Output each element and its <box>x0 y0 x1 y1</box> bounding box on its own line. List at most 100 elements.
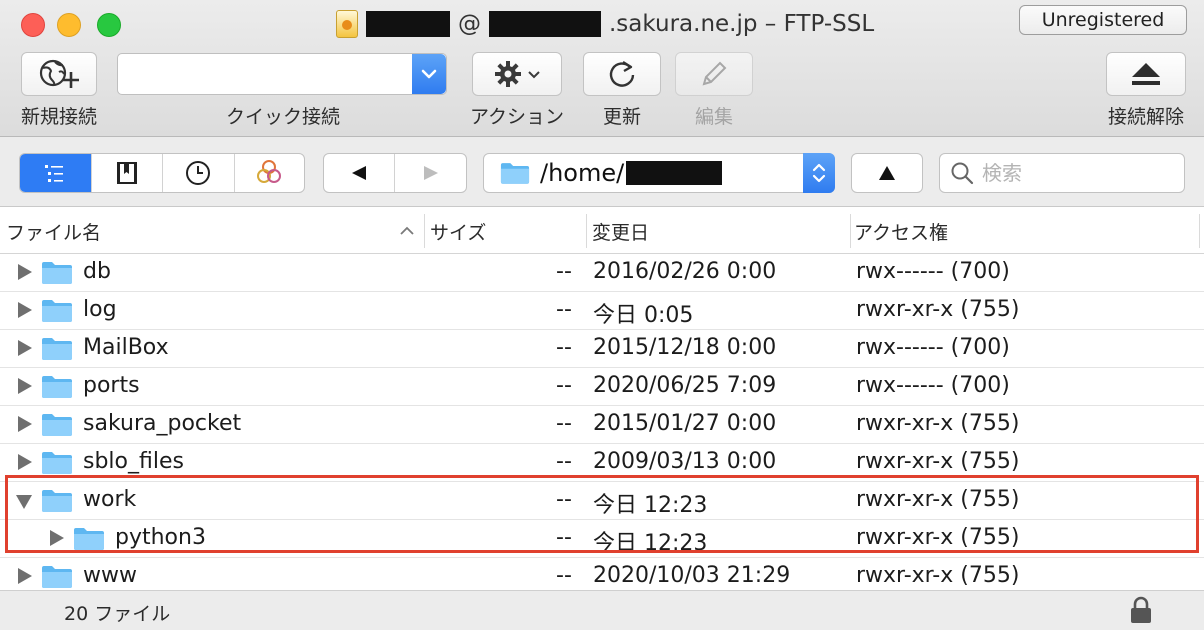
table-row[interactable]: work -- 今日 12:23 rwxr-xr-x (755) <box>0 482 1204 520</box>
table-row[interactable]: log -- 今日 0:05 rwxr-xr-x (755) <box>0 292 1204 330</box>
forward-arrow-icon <box>423 166 438 180</box>
path-stepper[interactable] <box>803 153 835 193</box>
column-header-size[interactable]: サイズ <box>424 208 586 254</box>
navigation-bar: /home/ <box>0 137 1204 207</box>
table-row[interactable]: www -- 2020/10/03 21:29 rwxr-xr-x (755) <box>0 558 1204 590</box>
file-name: python3 <box>115 525 206 550</box>
disclosure-triangle-expanded-icon[interactable] <box>16 495 32 509</box>
new-connection-button[interactable] <box>21 52 97 96</box>
view-mode-segmented-control <box>19 153 305 193</box>
disclosure-triangle-icon[interactable] <box>18 264 32 280</box>
zoom-window-button[interactable] <box>97 13 121 37</box>
minimize-window-button[interactable] <box>57 13 81 37</box>
bookmarks-tab[interactable] <box>92 154 163 192</box>
folder-icon <box>42 376 72 398</box>
table-row[interactable]: ports -- 2020/06/25 7:09 rwx------ (700) <box>0 368 1204 406</box>
column-header-access[interactable]: アクセス権 <box>850 208 1200 254</box>
history-tab[interactable] <box>163 154 235 192</box>
refresh-button[interactable] <box>583 52 661 96</box>
file-name: www <box>83 563 137 588</box>
file-size: -- <box>556 525 572 550</box>
close-window-button[interactable] <box>21 13 45 37</box>
file-modified: 2009/03/13 0:00 <box>593 449 777 474</box>
updown-chevron-icon <box>812 163 826 183</box>
new-connection-label: 新規接続 <box>20 106 97 128</box>
file-size: -- <box>556 335 572 360</box>
gear-icon <box>495 61 521 87</box>
document-icon <box>336 10 358 38</box>
bookmarks-book-icon <box>116 162 137 184</box>
disconnect-button[interactable] <box>1106 52 1186 96</box>
forward-button[interactable] <box>395 154 466 192</box>
table-row[interactable]: db -- 2016/02/26 0:00 rwx------ (700) <box>0 254 1204 292</box>
folder-icon <box>42 490 72 512</box>
file-name: MailBox <box>83 335 169 360</box>
file-table-header: ファイル名 サイズ 変更日 アクセス権 <box>0 208 1204 254</box>
outline-list-icon <box>45 165 64 182</box>
up-arrow-icon <box>879 166 895 180</box>
toolbar-area: @ .sakura.ne.jp – FTP-SSL Unregistered 新… <box>0 0 1204 137</box>
redacted-hostname <box>489 11 601 37</box>
back-button[interactable] <box>324 154 395 192</box>
path-text: /home/ <box>540 159 625 187</box>
file-permissions: rwxr-xr-x (755) <box>856 487 1020 512</box>
file-permissions: rwxr-xr-x (755) <box>856 563 1020 588</box>
folder-icon <box>74 528 104 550</box>
lock-icon <box>1131 596 1151 623</box>
column-header-name[interactable]: ファイル名 <box>6 208 424 254</box>
file-permissions: rwx------ (700) <box>856 335 1010 360</box>
column-header-modified-label: 変更日 <box>592 221 650 244</box>
file-modified: 2020/06/25 7:09 <box>593 373 777 398</box>
quick-connect-dropdown[interactable] <box>412 54 446 94</box>
action-label: アクション <box>469 106 565 128</box>
disclosure-triangle-icon[interactable] <box>18 302 32 318</box>
outline-view-tab[interactable] <box>20 154 92 192</box>
file-permissions: rwxr-xr-x (755) <box>856 411 1020 436</box>
status-bar: 20 ファイル <box>0 590 1204 630</box>
pencil-icon <box>702 61 727 86</box>
redacted-username <box>366 11 450 37</box>
action-button[interactable] <box>472 52 562 96</box>
file-size: -- <box>556 373 572 398</box>
disclosure-triangle-icon[interactable] <box>18 378 32 394</box>
search-input[interactable] <box>982 161 1162 185</box>
clock-icon <box>186 161 211 185</box>
file-size: -- <box>556 449 572 474</box>
disclosure-triangle-icon[interactable] <box>18 416 32 432</box>
file-size: -- <box>556 259 572 284</box>
file-permissions: rwxr-xr-x (755) <box>856 525 1020 550</box>
disclosure-triangle-icon[interactable] <box>18 340 32 356</box>
quick-connect-label: クイック接続 <box>225 106 340 128</box>
folder-icon <box>42 452 72 474</box>
quick-connect-input[interactable] <box>118 54 412 94</box>
bonjour-tab[interactable] <box>235 154 305 192</box>
table-row[interactable]: sakura_pocket -- 2015/01/27 0:00 rwxr-xr… <box>0 406 1204 444</box>
unregistered-button[interactable]: Unregistered <box>1019 5 1187 35</box>
disclosure-triangle-icon[interactable] <box>50 530 64 546</box>
quick-connect-combo[interactable] <box>117 53 447 95</box>
file-modified: 今日 12:23 <box>593 493 708 518</box>
column-header-access-label: アクセス権 <box>854 221 949 244</box>
file-name: sakura_pocket <box>83 411 242 436</box>
search-icon <box>951 162 974 185</box>
file-size: -- <box>556 563 572 588</box>
folder-icon <box>42 262 72 284</box>
refresh-icon <box>609 60 635 87</box>
disclosure-triangle-icon[interactable] <box>18 568 32 584</box>
table-row[interactable]: MailBox -- 2015/12/18 0:00 rwx------ (70… <box>0 330 1204 368</box>
column-header-modified[interactable]: 変更日 <box>586 208 850 254</box>
disclosure-triangle-icon[interactable] <box>18 454 32 470</box>
window-title: @ .sakura.ne.jp – FTP-SSL <box>336 8 874 40</box>
file-size: -- <box>556 487 572 512</box>
file-name: db <box>83 259 111 284</box>
parent-directory-button[interactable] <box>851 153 923 193</box>
bonjour-icon <box>257 160 282 183</box>
table-row[interactable]: sblo_files -- 2009/03/13 0:00 rwxr-xr-x … <box>0 444 1204 482</box>
file-size: -- <box>556 411 572 436</box>
disconnect-label: 接続解除 <box>1107 106 1184 128</box>
search-field[interactable] <box>939 153 1185 193</box>
globe-plus-icon <box>39 59 79 88</box>
edit-button[interactable] <box>675 52 753 96</box>
table-row[interactable]: python3 -- 今日 12:23 rwxr-xr-x (755) <box>0 520 1204 558</box>
path-popup[interactable]: /home/ <box>483 153 835 193</box>
